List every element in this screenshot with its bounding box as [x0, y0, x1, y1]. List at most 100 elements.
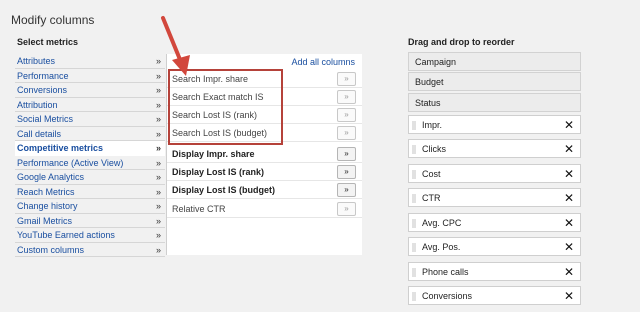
category-label: Performance	[17, 70, 69, 81]
selected-column-item[interactable]: Avg. Pos. ✕	[408, 237, 581, 256]
chevron-right-icon: »	[155, 201, 161, 211]
chevron-right-icon: »	[155, 157, 161, 168]
drag-handle-icon[interactable]	[412, 292, 416, 301]
column-label: Impr.	[422, 120, 443, 130]
column-label: Phone calls	[422, 267, 469, 277]
selected-column-item[interactable]: CTR ✕	[408, 188, 581, 207]
add-metric-button[interactable]: »	[337, 90, 356, 104]
drag-handle-icon[interactable]	[412, 268, 416, 277]
category-label: Social Metrics	[17, 114, 74, 124]
category-label: Gmail Metrics	[17, 215, 73, 226]
category-label: Reach Metrics	[17, 186, 75, 197]
category-item[interactable]: Social Metrics »	[15, 112, 165, 127]
selected-column-item[interactable]: Avg. CPC ✕	[408, 213, 581, 232]
category-item[interactable]: Attributes»	[15, 54, 165, 69]
category-item[interactable]: Change history »	[15, 199, 165, 214]
category-label: Competitive metrics	[17, 143, 104, 153]
category-item[interactable]: Competitive metrics »	[15, 141, 165, 156]
metric-row[interactable]: Search Lost IS (rank) »	[167, 106, 362, 124]
column-label: Avg. Pos.	[422, 242, 461, 252]
chevron-right-icon: »	[155, 172, 161, 182]
selected-column-item[interactable]: Clicks ✕	[408, 139, 581, 158]
metrics-panel: Add all columns Search Impr. share» Searc…	[166, 54, 362, 255]
selected-column-item[interactable]: Cost ✕	[408, 164, 581, 183]
metric-label: Search Lost IS (budget)	[172, 128, 268, 138]
chevron-right-icon: »	[155, 244, 161, 255]
metric-label: Display Lost IS (budget)	[172, 185, 276, 195]
remove-column-icon[interactable]: ✕	[564, 117, 574, 133]
category-label: Call details	[17, 128, 62, 139]
fixed-column-item: Campaign	[408, 52, 581, 71]
add-metric-button[interactable]: »	[337, 165, 356, 179]
category-item[interactable]: Custom columns »	[15, 243, 165, 257]
column-label: Status	[415, 98, 441, 108]
annotation-arrow	[161, 16, 190, 76]
category-label: Change history	[17, 201, 78, 211]
fixed-column-item: Status	[408, 93, 581, 112]
metric-label: Display Impr. share	[172, 149, 255, 159]
drag-handle-icon[interactable]	[412, 121, 416, 130]
chevron-right-icon: »	[155, 230, 161, 240]
drag-handle-icon[interactable]	[412, 145, 416, 154]
page-title: Modify columns	[11, 13, 95, 27]
selected-column-item[interactable]: Phone calls ✕	[408, 262, 581, 281]
category-label: Conversions	[17, 85, 68, 95]
metric-row[interactable]: Search Lost IS (budget) »	[167, 124, 362, 142]
chevron-right-icon: »	[155, 186, 161, 197]
remove-column-icon[interactable]: ✕	[564, 264, 574, 280]
category-item[interactable]: YouTube Earned actions »	[15, 228, 165, 243]
select-metrics-heading: Select metrics	[17, 37, 79, 47]
remove-column-icon[interactable]: ✕	[564, 215, 574, 231]
category-item[interactable]: Performance (Active View) »	[15, 156, 165, 170]
remove-column-icon[interactable]: ✕	[564, 239, 574, 255]
metric-row[interactable]: Relative CTR »	[167, 200, 362, 218]
chevron-right-icon: »	[155, 99, 161, 110]
remove-column-icon[interactable]: ✕	[564, 190, 574, 206]
category-item[interactable]: Performance»	[15, 69, 165, 83]
chevron-right-icon: »	[155, 85, 161, 95]
drag-handle-icon[interactable]	[412, 170, 416, 179]
drag-handle-icon[interactable]	[412, 194, 416, 203]
column-label: Cost	[422, 169, 441, 179]
add-metric-button[interactable]: »	[337, 108, 356, 122]
remove-column-icon[interactable]: ✕	[564, 166, 574, 182]
selected-column-item[interactable]: Impr. ✕	[408, 115, 581, 134]
add-metric-button[interactable]: »	[337, 202, 356, 216]
metric-label: Search Exact match IS	[172, 92, 264, 102]
metric-row[interactable]: Search Exact match IS »	[167, 88, 362, 106]
column-label: Campaign	[415, 57, 457, 67]
category-item[interactable]: Conversions »	[15, 83, 165, 98]
column-label: Clicks	[422, 144, 446, 154]
selected-column-item[interactable]: Conversions ✕	[408, 286, 581, 305]
remove-column-icon[interactable]: ✕	[564, 288, 574, 304]
add-all-columns-link[interactable]: Add all columns	[291, 57, 355, 67]
metric-row[interactable]: Display Impr. share »	[167, 145, 362, 163]
add-metric-button[interactable]: »	[337, 72, 356, 86]
chevron-right-icon: »	[155, 143, 161, 153]
category-list: Attributes» Performance» Conversions» Attri…	[15, 54, 165, 257]
metric-row[interactable]: Display Lost IS (rank) »	[167, 163, 362, 181]
chevron-right-icon: »	[155, 114, 161, 124]
metric-label: Relative CTR	[172, 204, 226, 214]
chevron-right-icon: »	[155, 215, 161, 226]
category-label: Performance (Active View)	[17, 157, 124, 168]
column-label: Avg. CPC	[422, 218, 462, 228]
column-label: Budget	[415, 77, 444, 87]
metric-row[interactable]: Display Lost IS (budget) »	[167, 181, 362, 199]
add-metric-button[interactable]: »	[337, 183, 356, 197]
drag-handle-icon[interactable]	[412, 243, 416, 252]
category-label: YouTube Earned actions	[17, 230, 115, 240]
category-label: Custom columns	[17, 244, 85, 255]
category-item[interactable]: Google Analytics »	[15, 170, 165, 185]
category-item[interactable]: Gmail Metrics »	[15, 214, 165, 228]
add-metric-button[interactable]: »	[337, 147, 356, 161]
metric-label: Search Lost IS (rank)	[172, 110, 258, 120]
drag-handle-icon[interactable]	[412, 219, 416, 228]
add-metric-button[interactable]: »	[337, 126, 356, 140]
category-label: Attribution	[17, 99, 58, 110]
category-item[interactable]: Attribution »	[15, 98, 165, 112]
remove-column-icon[interactable]: ✕	[564, 141, 574, 157]
category-item[interactable]: Call details »	[15, 127, 165, 141]
category-item[interactable]: Reach Metrics »	[15, 185, 165, 199]
reorder-heading: Drag and drop to reorder	[408, 37, 515, 47]
